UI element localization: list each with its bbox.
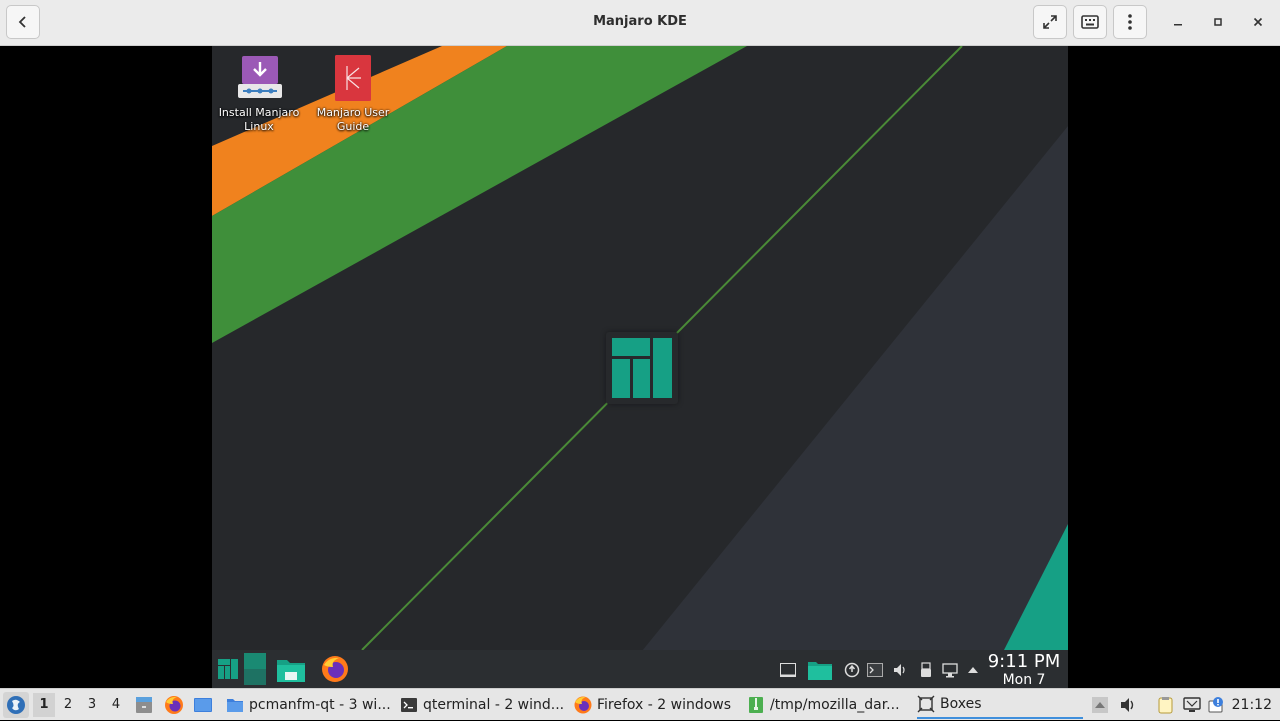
start-menu-icon	[7, 696, 25, 714]
boxes-icon	[917, 695, 935, 713]
workspace-1[interactable]: 1	[33, 693, 55, 717]
desktop-icon-label: Install Manjaro Linux	[218, 106, 300, 133]
minimize-icon	[1174, 24, 1182, 26]
task-mozilla-archive[interactable]: /tmp/mozilla_dar...	[747, 691, 911, 719]
notification-icon[interactable]	[1208, 696, 1226, 714]
terminal-icon	[401, 698, 417, 712]
manjaro-logo-icon	[612, 338, 672, 398]
desktop-icon[interactable]	[193, 695, 213, 715]
task-qterminal[interactable]: qterminal - 2 wind...	[400, 691, 564, 719]
expand-tray-icon[interactable]	[965, 662, 981, 678]
tray-up-icon[interactable]	[1091, 696, 1109, 714]
guest-clock-time: 9:11 PM	[987, 651, 1061, 672]
task-pcmanfm[interactable]: pcmanfm-qt - 3 wi...	[226, 691, 390, 719]
fullscreen-button[interactable]	[1033, 5, 1067, 39]
folder-icon	[227, 699, 243, 712]
guest-panel: 9:11 PM Mon 7	[212, 650, 1068, 688]
fullscreen-icon	[1043, 15, 1057, 29]
task-label: Firefox - 2 windows	[597, 697, 732, 713]
vm-display[interactable]: Install Manjaro Linux Manjaro User Guide	[212, 46, 1068, 688]
task-label: qterminal - 2 wind...	[423, 697, 564, 713]
header-bar: Manjaro KDE	[0, 0, 1280, 46]
pdf-document-icon	[331, 54, 375, 102]
task-label: /tmp/mozilla_dar...	[770, 697, 900, 713]
desktop-pager-icon	[244, 653, 266, 685]
close-button[interactable]	[1246, 10, 1270, 34]
guest-clock-date: Mon 7	[1002, 672, 1046, 688]
desktop-icon-user-guide[interactable]: Manjaro User Guide	[307, 54, 399, 134]
task-label: Boxes	[940, 696, 982, 712]
task-label: pcmanfm-qt - 3 wi...	[249, 697, 390, 713]
guest-clock[interactable]: 9:11 PM Mon 7	[986, 651, 1062, 689]
firefox-icon	[574, 696, 592, 714]
firefox-icon[interactable]	[164, 695, 184, 715]
minimize-button[interactable]	[1166, 10, 1190, 34]
firefox-icon	[322, 656, 348, 682]
workspace-4[interactable]: 4	[105, 693, 127, 717]
guest-pager[interactable]	[242, 653, 268, 685]
volume-icon[interactable]	[892, 662, 908, 678]
guest-file-manager-launcher[interactable]	[274, 653, 308, 685]
archive-icon	[749, 697, 763, 713]
menu-kebab-icon	[1128, 14, 1132, 30]
file-manager-icon	[277, 660, 305, 682]
host-clock[interactable]: 21:12	[1232, 689, 1272, 721]
task-boxes[interactable]: Boxes	[917, 691, 1083, 719]
terminal-icon[interactable]	[867, 662, 883, 678]
folder-icon[interactable]	[807, 659, 833, 681]
close-icon	[1253, 17, 1263, 27]
task-firefox[interactable]: Firefox - 2 windows	[574, 691, 738, 719]
network-icon[interactable]	[942, 662, 958, 678]
clipboard-icon[interactable]	[1156, 696, 1174, 714]
usb-device-icon[interactable]	[918, 662, 934, 678]
keyboard-icon	[1081, 15, 1099, 29]
workspace-2[interactable]: 2	[57, 693, 79, 717]
manjaro-menu-icon	[218, 659, 238, 679]
menu-button[interactable]	[1113, 5, 1147, 39]
desktop-icon-label: Manjaro User Guide	[316, 106, 390, 133]
guest-firefox-launcher[interactable]	[318, 653, 352, 685]
file-cabinet-icon[interactable]	[134, 695, 154, 715]
maximize-button[interactable]	[1206, 10, 1230, 34]
volume-icon[interactable]	[1119, 696, 1137, 714]
desktop-icon-install-manjaro[interactable]: Install Manjaro Linux	[213, 54, 305, 134]
display-icon[interactable]	[1183, 696, 1201, 714]
updates-icon[interactable]	[844, 662, 860, 678]
manjaro-logo	[606, 332, 678, 404]
start-menu-button[interactable]	[3, 692, 29, 718]
host-taskbar: 1 2 3 4 pcmanfm-qt - 3 wi... qterminal -…	[0, 688, 1280, 720]
workspace-3[interactable]: 3	[81, 693, 103, 717]
show-desktop-icon[interactable]	[780, 662, 796, 678]
installer-icon	[237, 54, 282, 102]
guest-app-menu-button[interactable]	[214, 653, 242, 685]
keyboard-button[interactable]	[1073, 5, 1107, 39]
maximize-icon	[1214, 18, 1222, 26]
